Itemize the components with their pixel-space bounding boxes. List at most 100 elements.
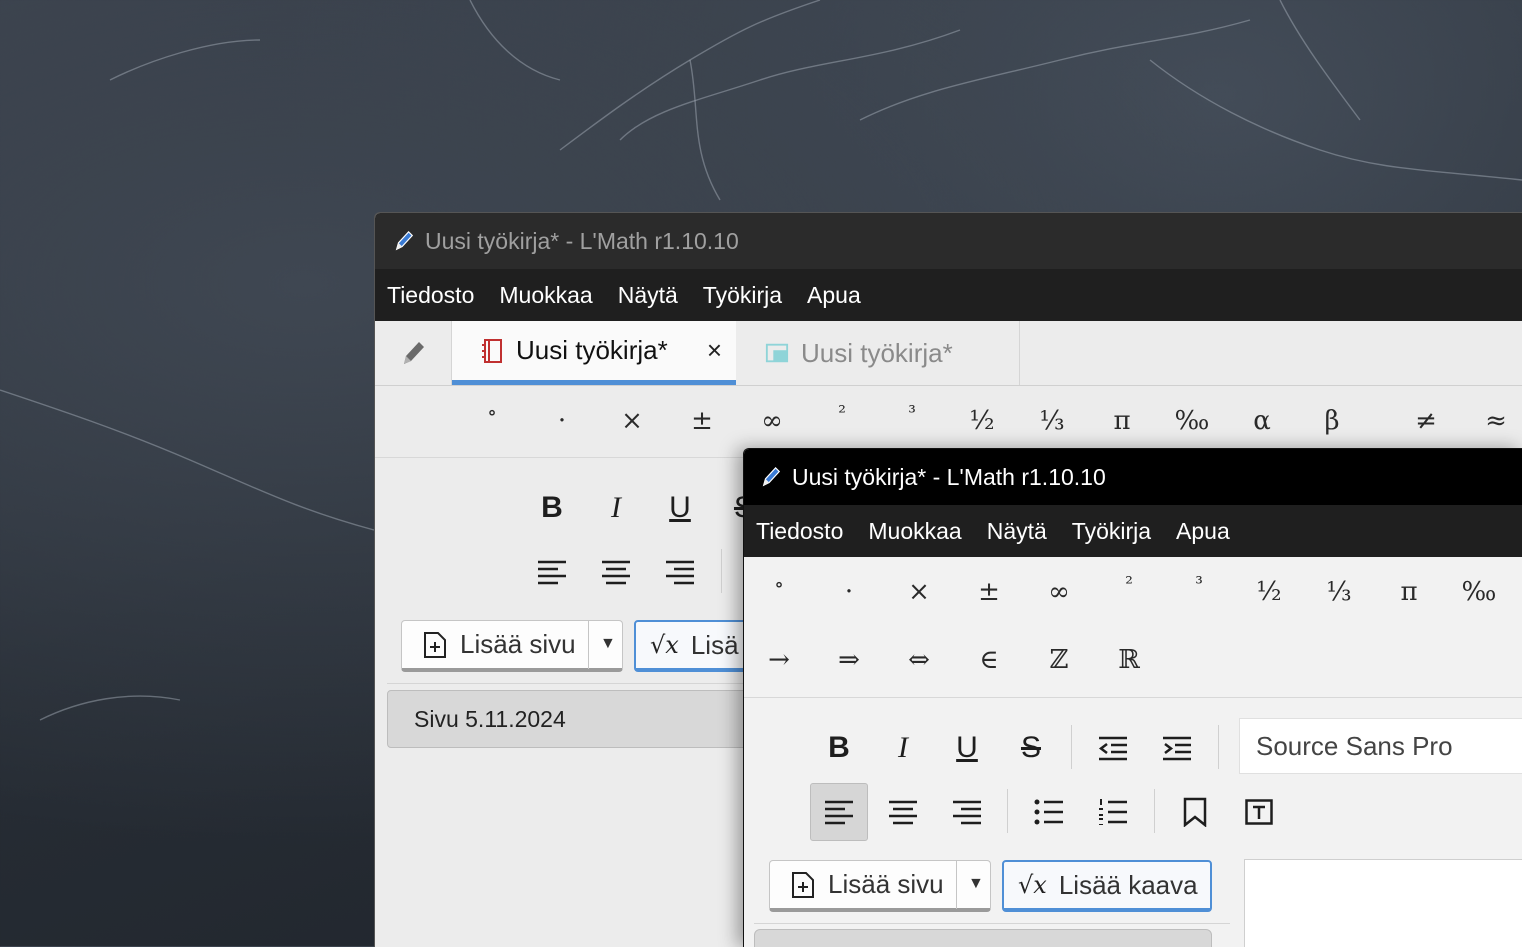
align-left-button[interactable] <box>523 543 581 601</box>
numbered-list-button[interactable] <box>1084 783 1142 841</box>
document-editor[interactable] <box>1244 859 1522 947</box>
symbol-toolbar: ∘ · × ± ∞ ² ³ ½ ⅓ π ‰ α β ≠ ≈ <box>375 386 1522 456</box>
tab-workbook-2[interactable]: Uusi työkirja* <box>737 321 1020 385</box>
menu-nayta[interactable]: Näytä <box>618 282 678 309</box>
front-app-window: Uusi työkirja* - L'Math r1.10.10 Tiedost… <box>743 448 1522 947</box>
add-formula-label: Lisä <box>690 629 739 660</box>
symbol-half[interactable]: ½ <box>1256 577 1281 607</box>
font-name: Source Sans Pro <box>1256 730 1453 761</box>
symbol-pi[interactable]: π <box>1400 577 1417 607</box>
symbol-iff[interactable]: ⇔ <box>908 645 930 675</box>
symbol-element-of[interactable]: ∈ <box>979 645 998 675</box>
symbol-infinity[interactable]: ∞ <box>761 406 783 436</box>
sqrt-x-icon: √𝑥 <box>1018 871 1047 899</box>
symbol-pi[interactable]: π <box>1113 406 1130 436</box>
symbol-cubed[interactable]: ³ <box>1195 573 1203 595</box>
symbol-permille[interactable]: ‰ <box>1462 577 1497 607</box>
symbol-squared[interactable]: ² <box>1125 573 1133 595</box>
symbol-cubed[interactable]: ³ <box>908 402 916 424</box>
symbol-beta[interactable]: β <box>1324 406 1339 436</box>
symbol-third[interactable]: ⅓ <box>1039 406 1064 436</box>
align-right-button[interactable] <box>938 783 996 841</box>
symbol-degree[interactable]: ∘ <box>774 572 784 596</box>
underline-button[interactable]: U <box>651 479 709 537</box>
align-center-button[interactable] <box>874 783 932 841</box>
align-right-button[interactable] <box>651 543 709 601</box>
symbol-times[interactable]: × <box>908 577 930 607</box>
front-title-bar: Uusi työkirja* - L'Math r1.10.10 <box>744 449 1522 505</box>
symbol-plusminus[interactable]: ± <box>978 577 1000 607</box>
underline-button[interactable]: U <box>938 719 996 777</box>
symbol-half[interactable]: ½ <box>969 406 994 436</box>
symbol-times[interactable]: × <box>621 406 643 436</box>
close-icon[interactable]: × <box>707 335 722 366</box>
symbol-third[interactable]: ⅓ <box>1326 577 1351 607</box>
strikethrough-button[interactable]: S <box>1002 719 1060 777</box>
align-left-button[interactable] <box>810 783 868 841</box>
symbol-reals[interactable]: ℝ <box>1118 645 1140 675</box>
add-page-label: Lisää sivu <box>828 869 944 899</box>
bold-button[interactable]: B <box>810 719 868 777</box>
menu-nayta[interactable]: Näytä <box>987 518 1047 545</box>
menu-muokkaa[interactable]: Muokkaa <box>868 518 961 545</box>
symbol-implies[interactable]: ⇒ <box>838 645 860 675</box>
pencil-icon <box>395 230 414 251</box>
italic-button[interactable]: I <box>874 719 932 777</box>
divider <box>754 923 1230 924</box>
indent-icon <box>1163 736 1191 761</box>
menu-tyokirja[interactable]: Työkirja <box>1072 518 1151 545</box>
new-tab-button[interactable] <box>375 321 452 385</box>
menu-tyokirja[interactable]: Työkirja <box>703 282 782 309</box>
dropdown-divider <box>956 861 957 909</box>
menu-tiedosto[interactable]: Tiedosto <box>756 518 843 545</box>
align-center-button[interactable] <box>587 543 645 601</box>
symbol-not-equal[interactable]: ≠ <box>1415 406 1437 436</box>
chevron-down-icon[interactable]: ▼ <box>968 875 984 893</box>
page-label: Sivu 5.11.2024 <box>414 705 566 732</box>
pencil-icon <box>762 466 781 487</box>
symbol-dot[interactable]: · <box>845 577 853 607</box>
symbol-squared[interactable]: ² <box>838 402 846 424</box>
tab-label: Uusi työkirja* <box>801 337 953 368</box>
symbol-alpha[interactable]: α <box>1253 406 1271 436</box>
tab-workbook-1[interactable]: Uusi työkirja* × <box>452 321 736 385</box>
toolbar-separator <box>1071 725 1072 769</box>
symbol-infinity[interactable]: ∞ <box>1048 577 1070 607</box>
symbol-right-arrow[interactable]: → <box>768 645 790 675</box>
indent-button[interactable] <box>1148 719 1206 777</box>
symbol-approx[interactable]: ≈ <box>1485 406 1507 436</box>
symbol-dot[interactable]: · <box>558 406 566 436</box>
bookmark-button[interactable] <box>1166 783 1224 841</box>
align-right-icon <box>953 800 981 825</box>
tab-bar: Uusi työkirja* × Uusi työkirja* <box>375 321 1522 386</box>
text-box-button[interactable] <box>1230 783 1288 841</box>
chevron-down-icon[interactable]: ▼ <box>600 635 616 653</box>
page-list-item[interactable] <box>754 929 1212 947</box>
bookmark-icon <box>1183 797 1207 827</box>
menu-tiedosto[interactable]: Tiedosto <box>387 282 474 309</box>
menu-muokkaa[interactable]: Muokkaa <box>499 282 592 309</box>
back-menu-bar: Tiedosto Muokkaa Näytä Työkirja Apua <box>375 269 1522 321</box>
symbol-plusminus[interactable]: ± <box>691 406 713 436</box>
toolbar-separator <box>1218 725 1219 769</box>
align-center-icon <box>889 800 917 825</box>
divider <box>744 697 1522 698</box>
window-title: Uusi työkirja* - L'Math r1.10.10 <box>425 227 739 254</box>
font-family-select[interactable]: Source Sans Pro <box>1239 718 1522 774</box>
outdent-icon <box>1098 736 1127 761</box>
align-right-icon <box>666 560 694 585</box>
symbol-permille[interactable]: ‰ <box>1175 406 1210 436</box>
add-formula-button[interactable]: √𝑥 Lisää kaava <box>1002 860 1212 912</box>
menu-apua[interactable]: Apua <box>1176 518 1230 545</box>
page-list-item[interactable]: Sivu 5.11.2024 <box>387 690 767 748</box>
bold-button[interactable]: B <box>523 479 581 537</box>
italic-button[interactable]: I <box>587 479 645 537</box>
toolbar-separator <box>1007 789 1008 833</box>
add-page-button[interactable]: Lisää sivu ▼ <box>401 620 623 672</box>
add-page-button[interactable]: Lisää sivu ▼ <box>769 860 991 912</box>
menu-apua[interactable]: Apua <box>807 282 861 309</box>
bullet-list-button[interactable] <box>1020 783 1078 841</box>
outdent-button[interactable] <box>1084 719 1142 777</box>
symbol-degree[interactable]: ∘ <box>487 400 497 424</box>
symbol-integers[interactable]: ℤ <box>1050 645 1069 675</box>
